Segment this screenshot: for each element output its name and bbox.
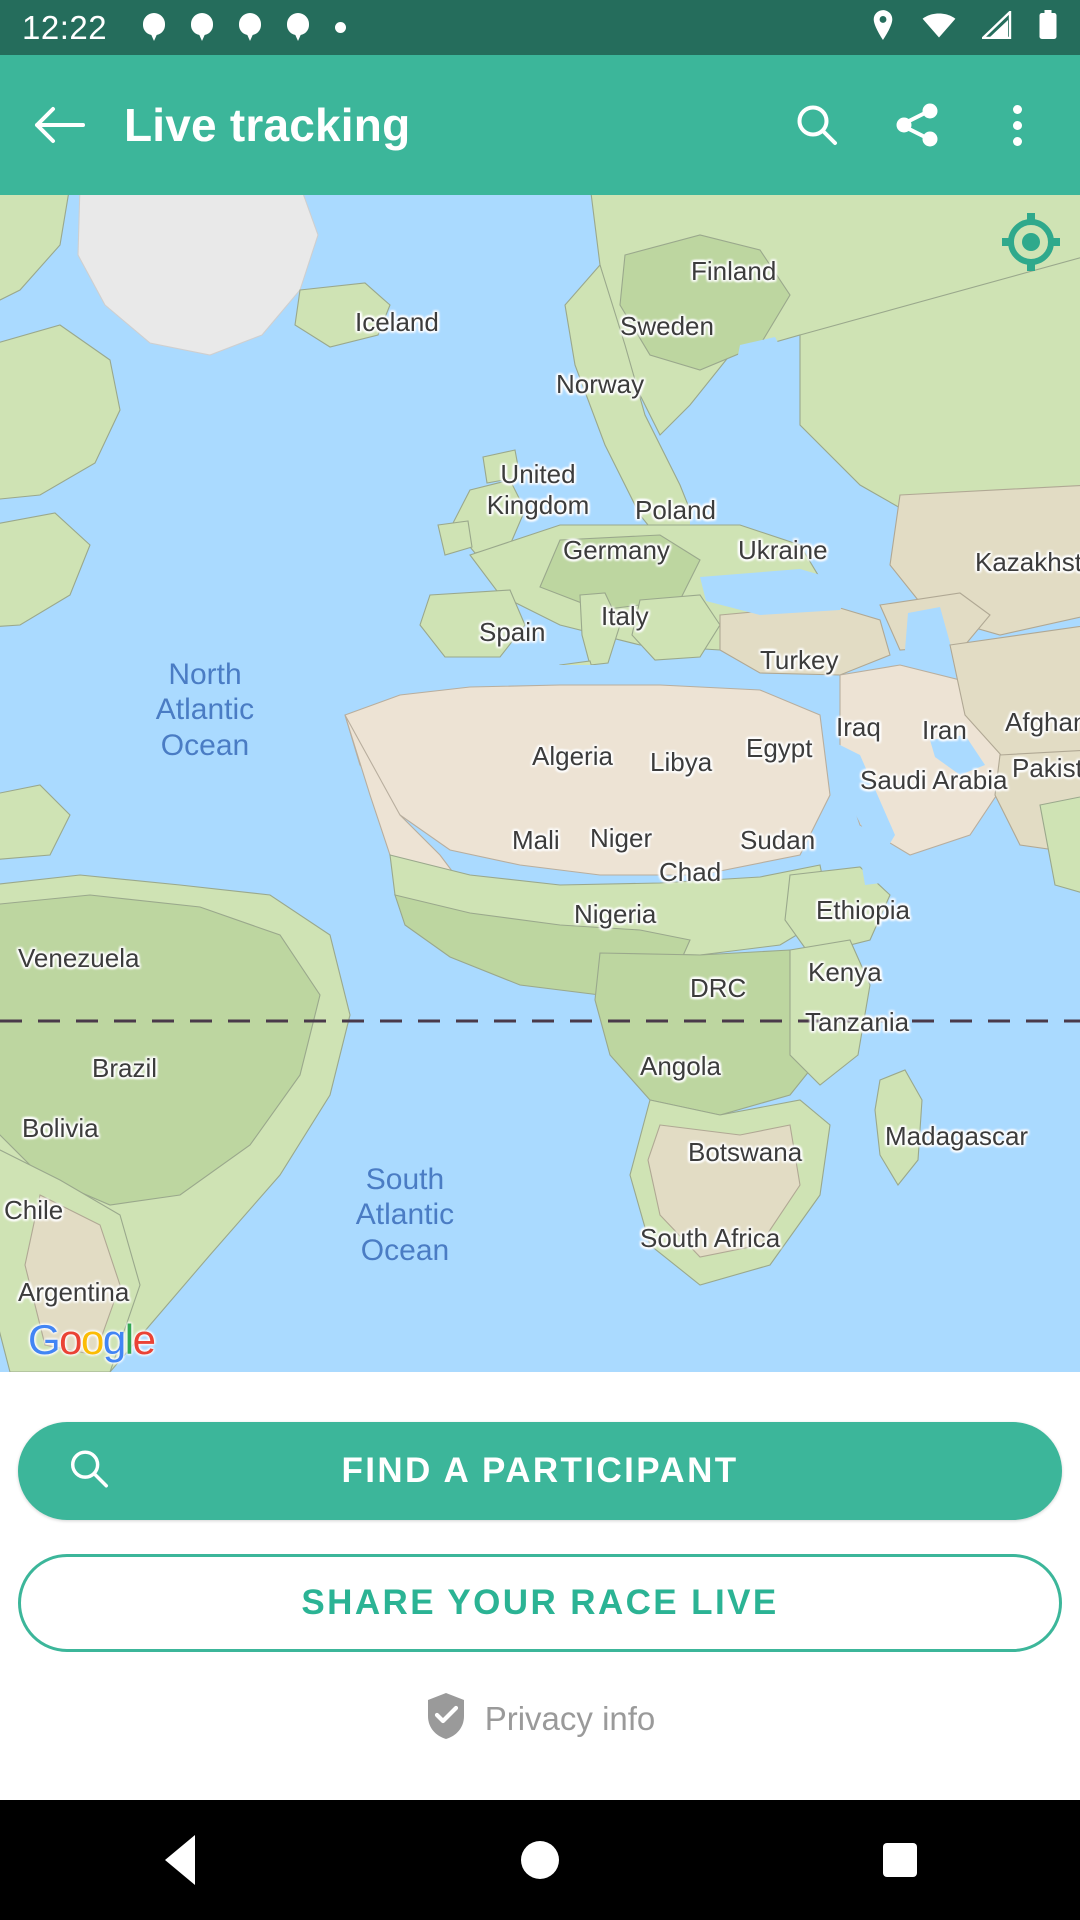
map-view[interactable]: .land { fill:#cfe3b4; stroke:#9aa88c; st… bbox=[0, 195, 1080, 1372]
home-circle-icon bbox=[521, 1841, 559, 1879]
nav-recents-button[interactable] bbox=[840, 1800, 960, 1920]
location-icon bbox=[870, 9, 896, 46]
privacy-info-link[interactable]: Privacy info bbox=[0, 1692, 1080, 1745]
cellular-signal-icon bbox=[980, 9, 1012, 44]
notification-icon bbox=[191, 12, 214, 43]
share-race-live-label: SHARE YOUR RACE LIVE bbox=[301, 1583, 779, 1622]
search-button[interactable] bbox=[788, 96, 846, 154]
map-canvas: .land { fill:#cfe3b4; stroke:#9aa88c; st… bbox=[0, 195, 1080, 1372]
find-participant-button[interactable]: FIND A PARTICIPANT bbox=[18, 1422, 1062, 1520]
back-navigation-button[interactable] bbox=[28, 94, 90, 156]
app-screen: 12:22 Live tracking North Atlantic Ocean… bbox=[0, 0, 1080, 1920]
my-location-icon bbox=[1002, 213, 1060, 271]
notification-icon bbox=[143, 12, 166, 43]
bottom-action-panel: FIND A PARTICIPANT SHARE YOUR RACE LIVE … bbox=[0, 1372, 1080, 1800]
status-bar-clock: 12:22 bbox=[22, 8, 108, 46]
status-bar-notifications bbox=[143, 12, 347, 43]
nav-back-button[interactable] bbox=[120, 1800, 240, 1920]
shield-check-icon bbox=[425, 1692, 467, 1745]
google-logo: Google bbox=[28, 1316, 156, 1363]
overflow-menu-button[interactable] bbox=[988, 96, 1046, 154]
search-icon bbox=[66, 1446, 112, 1497]
search-icon bbox=[797, 105, 837, 145]
notification-icon bbox=[239, 12, 262, 43]
page-title: Live tracking bbox=[124, 99, 411, 151]
app-bar-actions bbox=[788, 96, 1052, 154]
status-bar-system-icons bbox=[870, 9, 1058, 46]
overflow-menu-icon bbox=[1012, 104, 1022, 146]
nav-home-button[interactable] bbox=[480, 1800, 600, 1920]
wifi-icon bbox=[922, 11, 956, 44]
find-participant-label: FIND A PARTICIPANT bbox=[341, 1451, 739, 1490]
privacy-info-label: Privacy info bbox=[484, 1699, 656, 1737]
notification-icon bbox=[287, 12, 310, 43]
back-triangle-icon bbox=[165, 1835, 195, 1885]
share-race-live-button[interactable]: SHARE YOUR RACE LIVE bbox=[18, 1554, 1062, 1652]
status-bar: 12:22 bbox=[0, 0, 1080, 55]
my-location-button[interactable] bbox=[1002, 213, 1060, 271]
share-button[interactable] bbox=[888, 96, 946, 154]
app-bar: Live tracking bbox=[0, 55, 1080, 195]
back-arrow-icon bbox=[35, 107, 85, 143]
recents-square-icon bbox=[883, 1843, 917, 1877]
notification-dot-icon bbox=[335, 22, 347, 33]
battery-icon bbox=[1038, 10, 1058, 45]
share-icon bbox=[896, 103, 938, 147]
android-navigation-bar bbox=[0, 1800, 1080, 1920]
